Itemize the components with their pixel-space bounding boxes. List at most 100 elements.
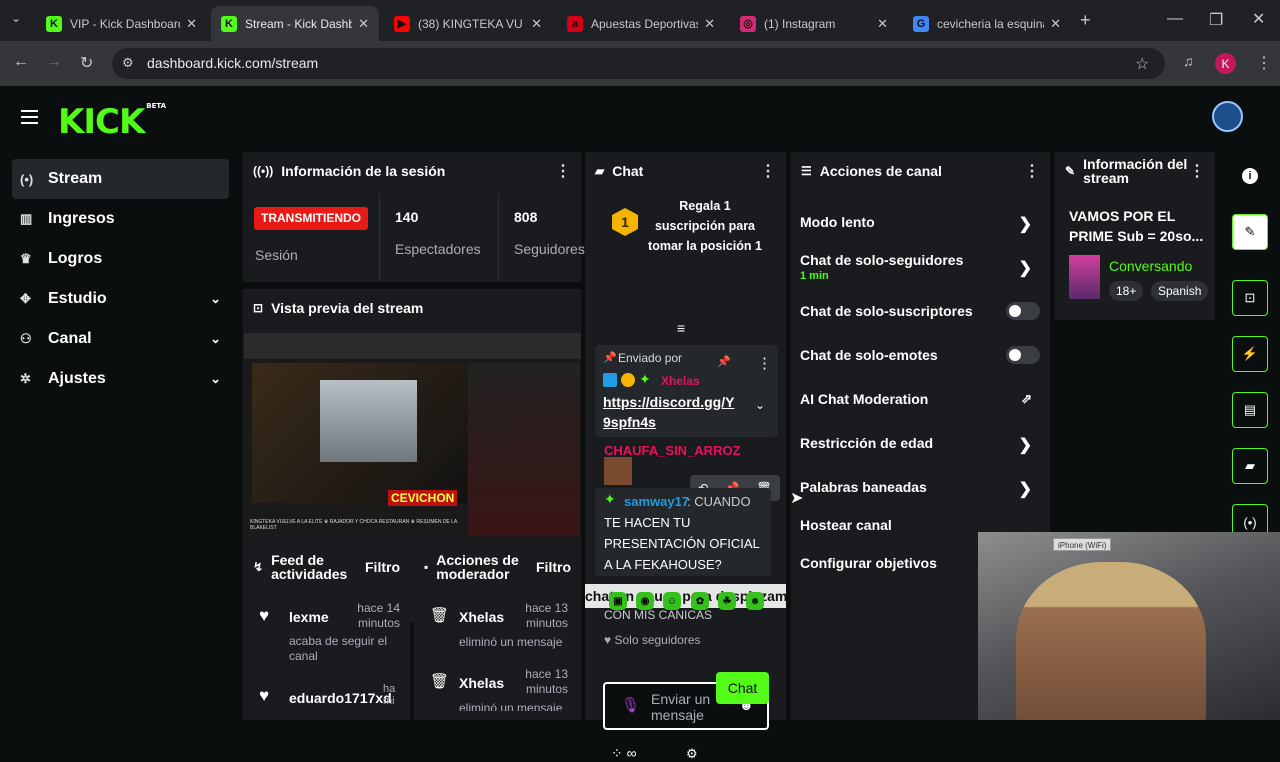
- channel-action-row[interactable]: Restricción de edad ❯: [800, 435, 1042, 454]
- chat-toggle-icon[interactable]: ▰: [1232, 448, 1268, 484]
- close-tab-icon[interactable]: ✕: [877, 16, 888, 32]
- stream-preview-video[interactable]: CEVICHON KINGTEKA VUELVE A LA ELITE ♛ RA…: [244, 333, 581, 540]
- mod-time: hace 13 minutos: [525, 601, 568, 630]
- sidebar-item-logros[interactable]: ♛ Logros: [12, 239, 229, 279]
- site-info-icon[interactable]: ⚙: [122, 55, 134, 71]
- panel-title: Información de la sesión: [281, 163, 446, 179]
- badge-icon: [621, 373, 635, 387]
- back-icon[interactable]: ←: [13, 53, 29, 71]
- more-options-icon[interactable]: ⋮: [757, 354, 772, 372]
- info-icon[interactable]: i: [1242, 168, 1258, 184]
- browser-tab[interactable]: ▶ (38) KINGTEKA VU ✕: [384, 6, 552, 41]
- filter-button[interactable]: Filtro: [536, 559, 571, 575]
- more-options-icon[interactable]: ⋮: [760, 161, 776, 181]
- pinned-user[interactable]: Xhelas: [661, 374, 700, 388]
- sidebar-item-stream[interactable]: (•) Stream: [12, 159, 229, 199]
- points-label: ∞: [626, 745, 637, 761]
- channel-action-row[interactable]: Modo lento ❯: [800, 214, 1042, 233]
- close-tab-icon[interactable]: ✕: [704, 16, 715, 32]
- maximize-button[interactable]: ❐: [1209, 10, 1223, 30]
- chevron-down-icon[interactable]: ⌄: [210, 331, 221, 347]
- reload-icon[interactable]: ↻: [80, 53, 93, 73]
- more-options-icon[interactable]: ⋮: [1189, 161, 1205, 181]
- notes-icon[interactable]: ▤: [1232, 392, 1268, 428]
- toggle-switch[interactable]: [1006, 302, 1040, 320]
- toggle-switch[interactable]: [1006, 346, 1040, 364]
- address-bar[interactable]: ⚙ dashboard.kick.com/stream ☆: [112, 48, 1165, 79]
- more-options-icon[interactable]: ⋮: [1024, 161, 1040, 181]
- browser-tab[interactable]: K VIP - Kick Dashboard ✕: [36, 6, 207, 41]
- sidebar-item-ingresos[interactable]: ▥ Ingresos: [12, 199, 229, 239]
- chevron-right-icon[interactable]: ❯: [1019, 258, 1032, 278]
- chevron-right-icon[interactable]: ❯: [1019, 435, 1032, 455]
- external-link-icon[interactable]: ⇗: [1021, 391, 1032, 407]
- close-tab-icon[interactable]: ✕: [186, 16, 197, 32]
- channel-action-row[interactable]: Chat de solo-emotes: [800, 346, 1042, 364]
- chevron-down-icon[interactable]: ⌄: [210, 291, 221, 307]
- user-avatar[interactable]: [1212, 101, 1243, 132]
- browser-tab[interactable]: K Stream - Kick Dashbo ✕: [211, 6, 379, 41]
- browser-tab[interactable]: ◎ (1) Instagram ✕: [730, 6, 898, 41]
- category-name[interactable]: Conversando: [1109, 258, 1192, 274]
- pinned-link[interactable]: https://discord.gg/Y9spfn4s: [603, 392, 738, 432]
- more-options-icon[interactable]: ⋮: [555, 161, 571, 181]
- new-tab-button[interactable]: +: [1080, 10, 1091, 31]
- emote-icon[interactable]: ☺: [663, 592, 681, 610]
- profile-avatar[interactable]: K: [1215, 53, 1236, 74]
- sidebar-item-canal[interactable]: ⚇ Canal ⌄: [12, 319, 229, 359]
- badge-icon: [603, 373, 617, 387]
- activity-user[interactable]: lexme: [289, 609, 329, 625]
- microphone-icon[interactable]: 🎙: [621, 696, 640, 714]
- filter-button[interactable]: Filtro: [365, 559, 400, 575]
- url-text[interactable]: dashboard.kick.com/stream: [147, 55, 318, 71]
- chat-settings-icon[interactable]: ⚙: [686, 746, 698, 762]
- channel-action-row[interactable]: Chat de solo-suscriptores: [800, 302, 1042, 320]
- emote-icon[interactable]: ☻: [746, 592, 764, 610]
- unpin-icon[interactable]: 📌: [717, 355, 731, 368]
- browser-tab[interactable]: a Apuestas Deportivas ✕: [557, 6, 725, 41]
- emote-icon[interactable]: ☘: [718, 592, 736, 610]
- chevron-right-icon[interactable]: ❯: [1019, 214, 1032, 234]
- emote-icon[interactable]: ▣: [609, 592, 627, 610]
- media-control-icon[interactable]: ♫: [1183, 53, 1194, 69]
- channel-action-row[interactable]: AI Chat Moderation ⇗: [800, 391, 1042, 407]
- close-window-button[interactable]: ✕: [1252, 9, 1265, 29]
- chat-username[interactable]: samway17: [624, 494, 689, 509]
- preview-browser-bar: [244, 333, 581, 359]
- tab-search-icon[interactable]: ⌄: [11, 11, 21, 25]
- browser-tab[interactable]: Gcevicheria la esquina ✕: [903, 6, 1071, 41]
- channel-points-icon[interactable]: ⁘ ∞: [611, 745, 637, 762]
- quick-actions-icon[interactable]: ⚡: [1232, 336, 1268, 372]
- channel-action-row[interactable]: Palabras baneadas ❯: [800, 479, 1042, 498]
- drag-handle-icon[interactable]: ≡: [677, 320, 685, 336]
- chevron-right-icon[interactable]: ❯: [1019, 479, 1032, 499]
- sidebar-item-estudio[interactable]: ✥ Estudio ⌄: [12, 279, 229, 319]
- tag-chip[interactable]: Spanish: [1151, 281, 1209, 301]
- category-thumbnail[interactable]: [1069, 255, 1100, 299]
- bookmark-star-icon[interactable]: ☆: [1135, 54, 1149, 74]
- channel-action-row[interactable]: Chat de solo-seguidores 1 min ❯: [800, 252, 1042, 282]
- channel-action-row[interactable]: Hostear canal: [800, 517, 1042, 533]
- edit-stream-icon[interactable]: ✎: [1232, 214, 1268, 250]
- chat-username[interactable]: CHAUFA_SIN_ARROZ: [604, 443, 741, 458]
- send-chat-button[interactable]: Chat: [716, 672, 769, 704]
- activity-user[interactable]: eduardo1717xd: [289, 690, 392, 706]
- browser-menu-icon[interactable]: ⋮: [1256, 53, 1272, 73]
- sidebar-item-ajustes[interactable]: ✲ Ajustes ⌄: [12, 359, 229, 399]
- hamburger-menu-icon[interactable]: [21, 110, 38, 124]
- emote-icon[interactable]: ◉: [636, 592, 654, 610]
- chevron-down-icon[interactable]: ⌄: [210, 371, 221, 387]
- forward-icon[interactable]: →: [46, 53, 62, 71]
- gift-sub-text[interactable]: Regala 1 suscripción para tomar la posic…: [645, 196, 765, 256]
- close-tab-icon[interactable]: ✕: [358, 16, 369, 32]
- minimize-button[interactable]: —: [1167, 10, 1183, 28]
- kick-logo[interactable]: KICK BETA: [58, 102, 166, 142]
- close-tab-icon[interactable]: ✕: [531, 16, 542, 32]
- chevron-down-icon[interactable]: ⌄: [755, 398, 765, 412]
- mod-user[interactable]: Xhelas: [459, 675, 504, 691]
- emote-icon[interactable]: ✿: [691, 592, 709, 610]
- close-tab-icon[interactable]: ✕: [1050, 16, 1061, 32]
- tag-chip[interactable]: 18+: [1109, 281, 1144, 301]
- mod-user[interactable]: Xhelas: [459, 609, 504, 625]
- preview-toggle-icon[interactable]: ⊡: [1232, 280, 1268, 316]
